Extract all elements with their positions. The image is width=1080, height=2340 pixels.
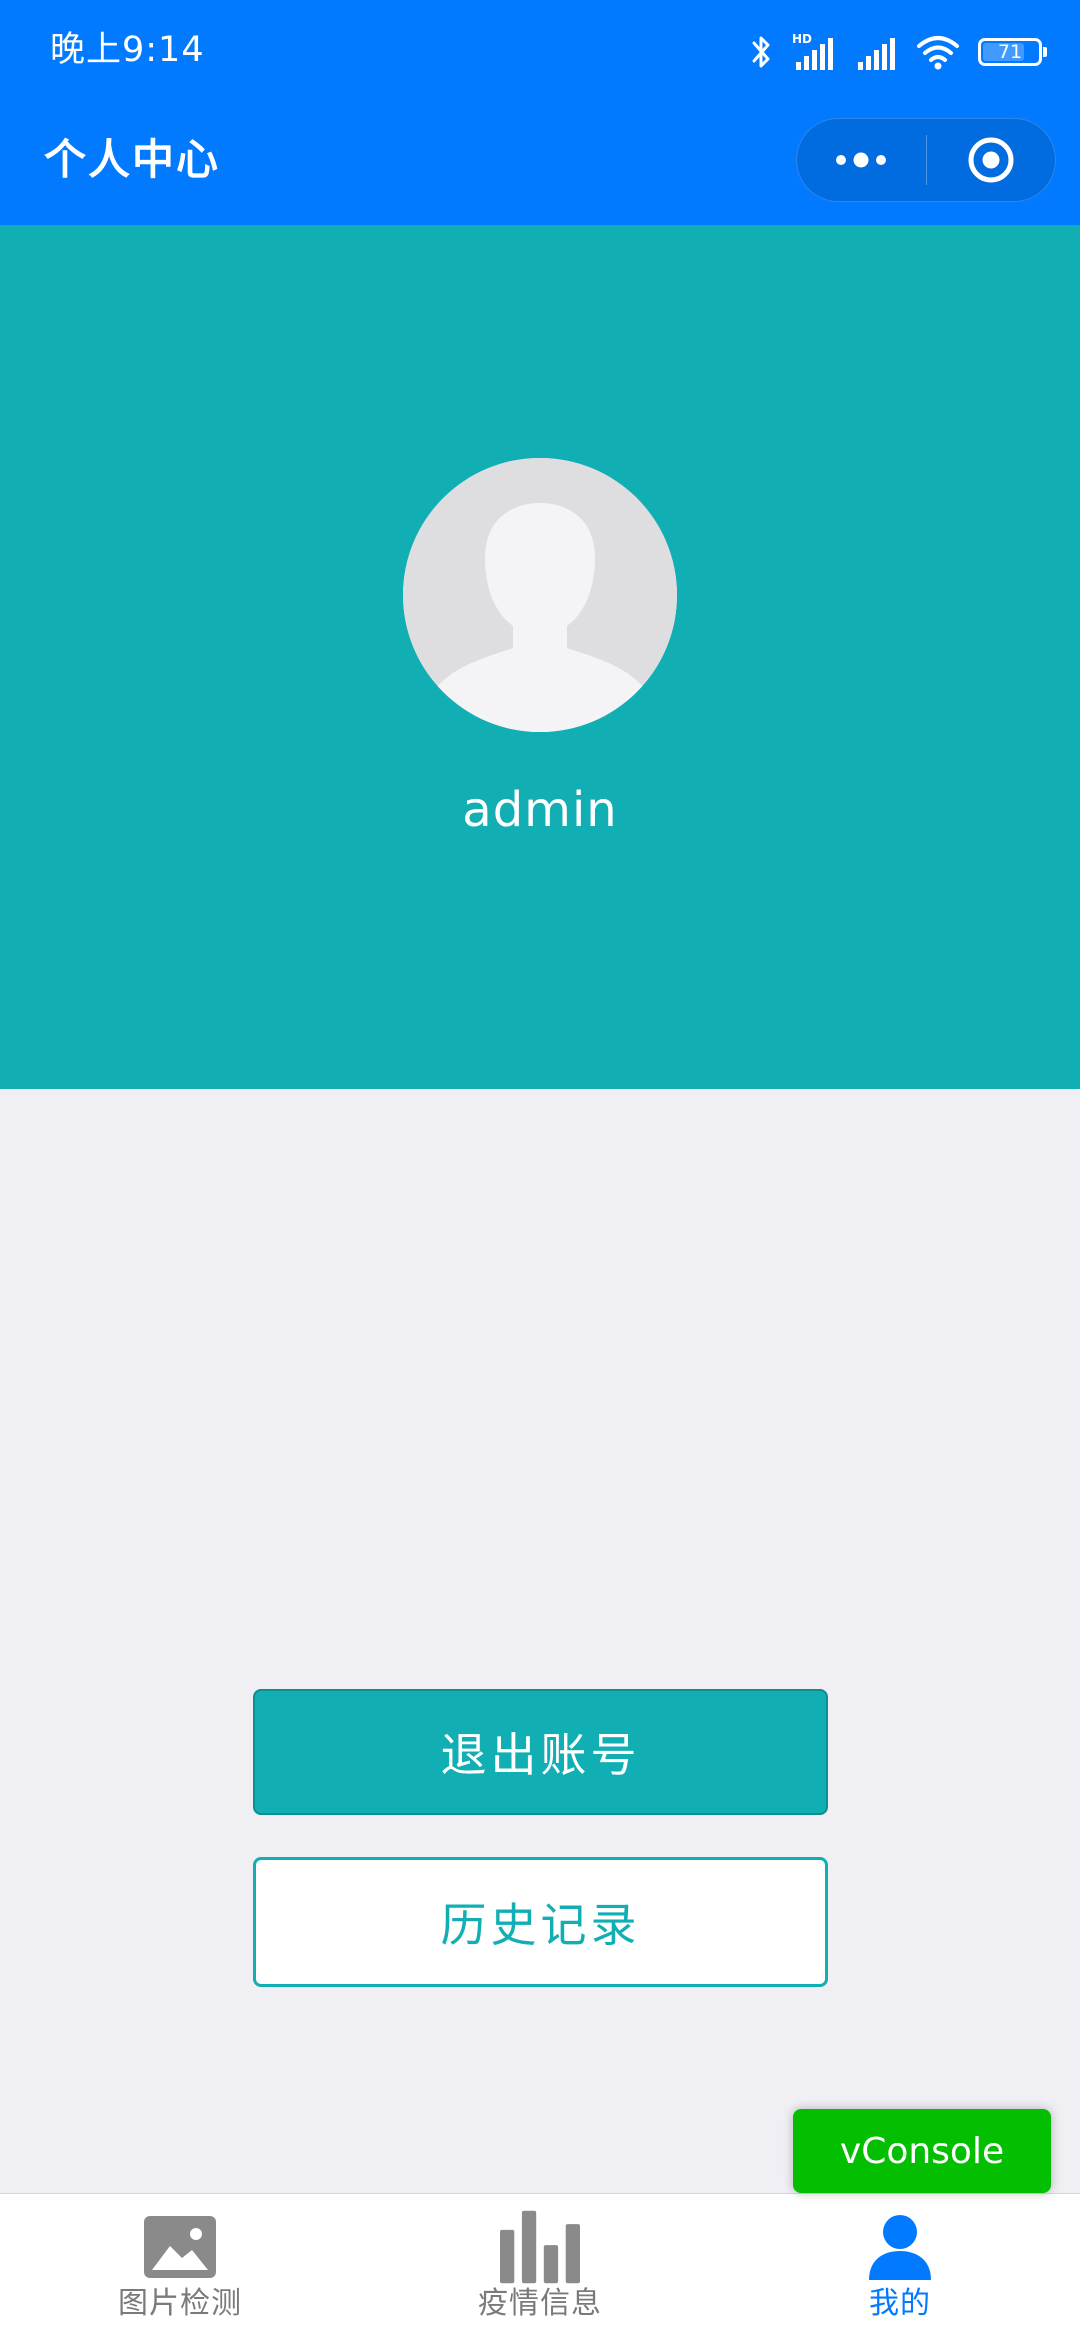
tab-epidemic-info[interactable]: 疫情信息 [360,2194,720,2340]
close-button[interactable] [926,118,1055,202]
more-dots-icon [836,152,887,168]
mini-program-capsule [796,118,1056,202]
bluetooth-icon [752,36,770,68]
tab-label: 图片检测 [118,2286,242,2321]
navigation-bar: 个人中心 [0,100,1080,225]
status-icons: HD 71 [748,30,1047,74]
target-circle-icon [968,137,1014,183]
status-time: 晚上9:14 [50,30,205,70]
profile-header: admin [0,225,1080,1089]
tab-image-detection[interactable]: 图片检测 [0,2194,360,2340]
image-icon [144,2216,216,2278]
page-title: 个人中心 [44,135,221,184]
default-avatar-icon [403,458,677,732]
battery-level: 71 [997,41,1023,63]
status-bar: 晚上9:14 HD 71 [0,0,1080,100]
logout-button[interactable]: 退出账号 [253,1689,828,1815]
vconsole-button[interactable]: vConsole [793,2109,1051,2193]
wifi-icon [917,36,959,70]
more-button[interactable] [797,118,926,202]
signal-hd-icon: HD [792,32,833,70]
user-icon [869,2215,931,2280]
signal-icon [858,38,895,70]
tab-mine[interactable]: 我的 [720,2194,1080,2340]
signal-hd-label: HD [792,32,812,46]
history-button[interactable]: 历史记录 [253,1857,828,1987]
bar-chart-icon [500,2210,580,2284]
avatar[interactable] [403,458,677,732]
username: admin [462,782,618,838]
battery-icon: 71 [978,38,1047,66]
tab-bar: 图片检测 疫情信息 我的 [0,2193,1080,2340]
tab-label: 疫情信息 [478,2286,602,2321]
tab-label: 我的 [869,2286,931,2321]
